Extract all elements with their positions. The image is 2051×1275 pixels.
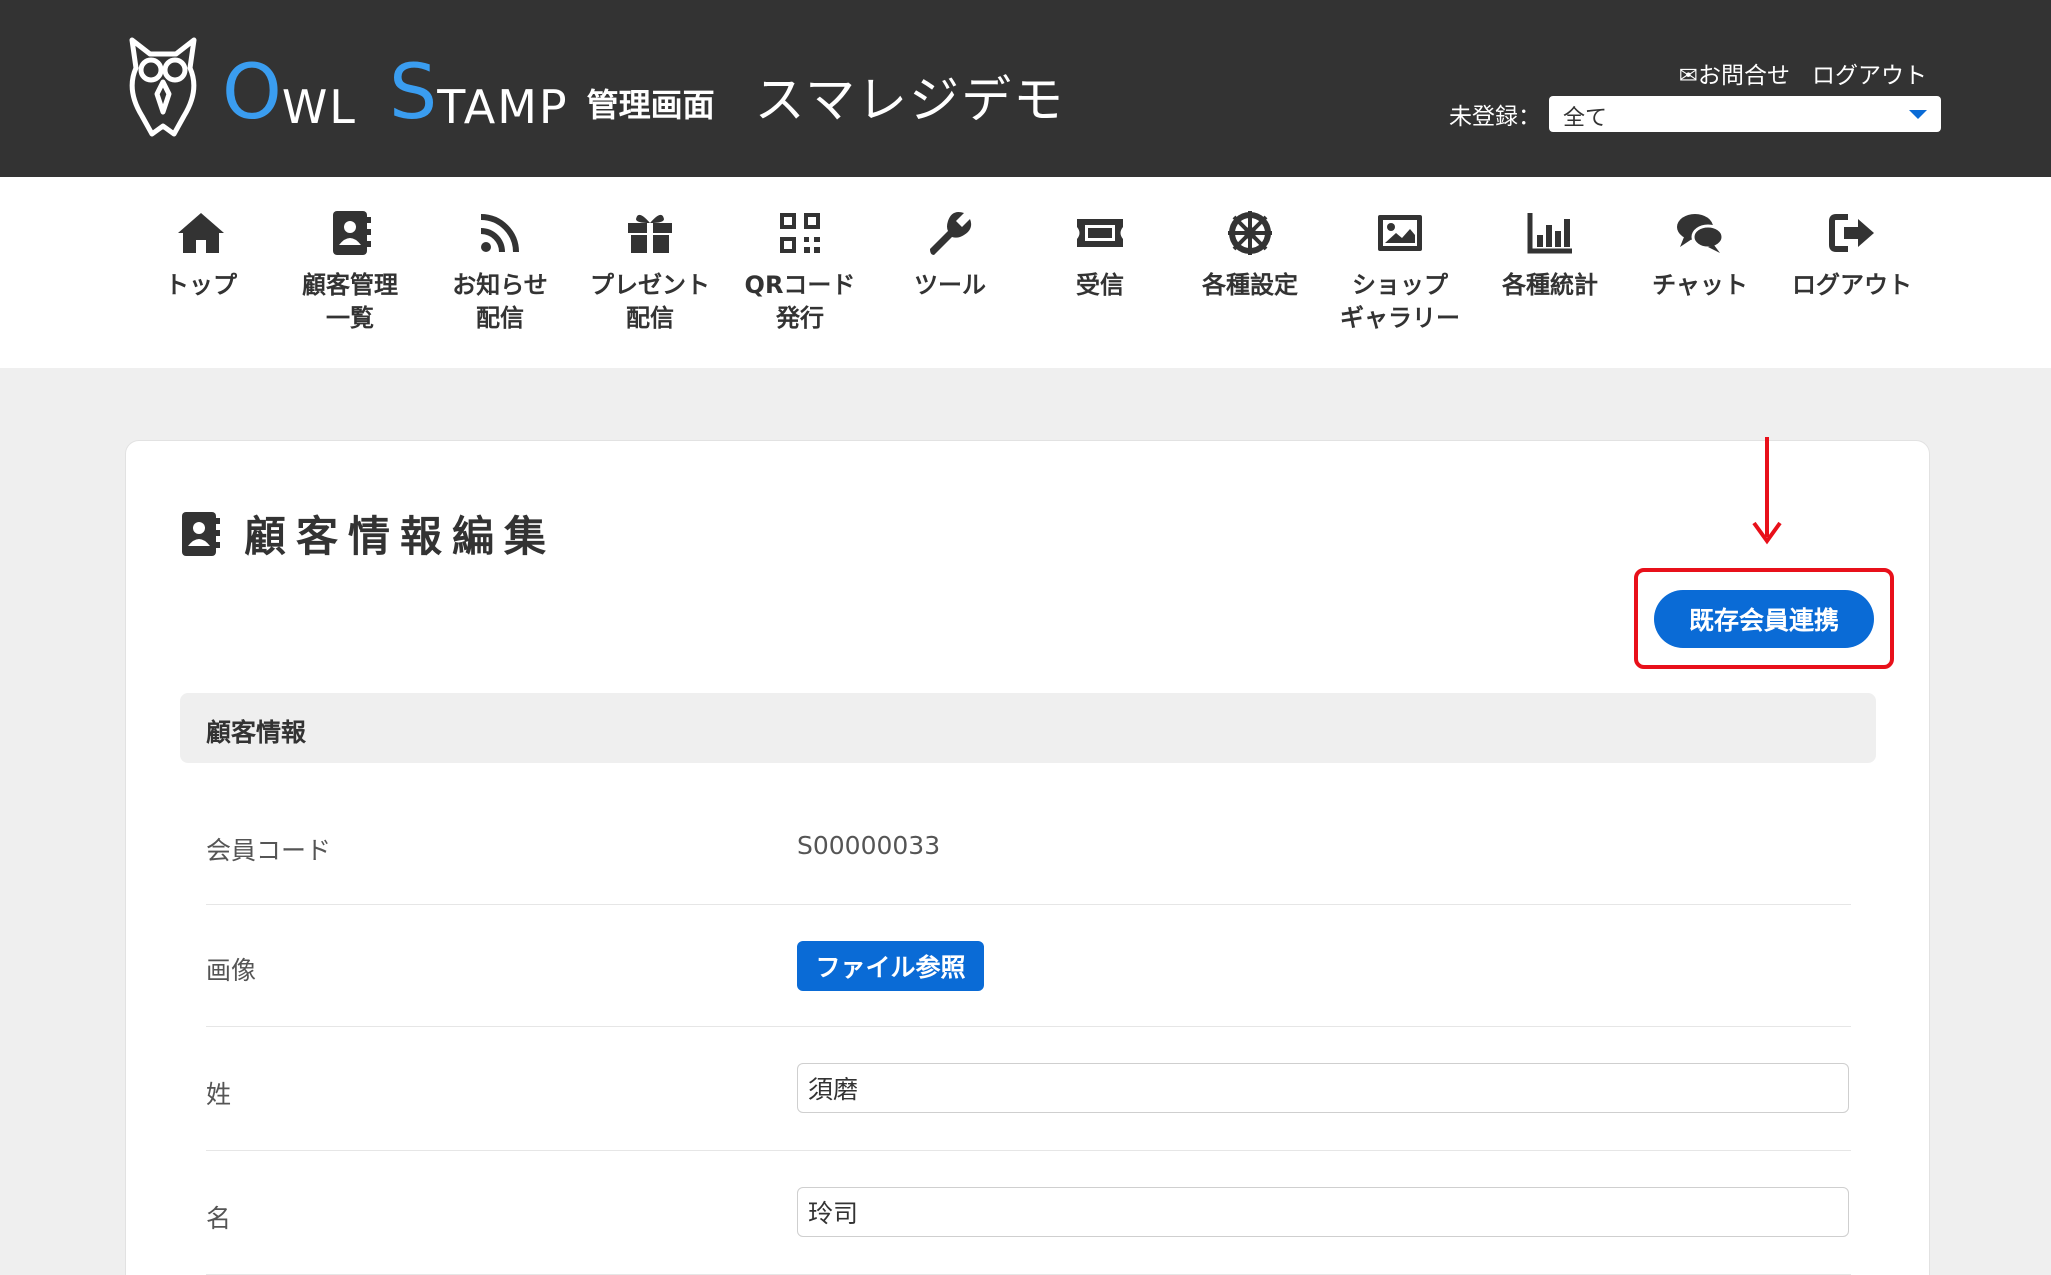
sign-out-icon (1829, 214, 1874, 252)
home-icon (178, 213, 224, 253)
rss-icon (480, 214, 519, 253)
member-code-label: 会員コード (206, 836, 332, 865)
brand-logo: O WL S TAMP 管理画面 スマレジデモ (222, 47, 1066, 136)
brand-o: O (222, 47, 282, 136)
nav-label: チャット (1652, 271, 1748, 299)
nav-label: 各種統計 (1502, 271, 1598, 299)
last-name-label: 姓 (206, 1080, 232, 1109)
unregistered-label: 未登録： (1449, 104, 1541, 130)
image-icon (1378, 215, 1422, 251)
row-member-code: 会員コード S00000033 (206, 801, 1851, 905)
nav-item-present[interactable]: プレゼント 配信 (580, 207, 720, 335)
header-links: ✉お問合せ ログアウト (1679, 56, 1927, 90)
admin-label: 管理画面 (586, 86, 715, 124)
main-nav: トップ 顧客管理 一覧 お知らせ 配信 プレゼント 配信 QRコード 発行 ツー… (0, 177, 2051, 368)
gift-icon (628, 214, 672, 253)
nav-label: ショップ (1352, 271, 1448, 299)
nav-item-logout[interactable]: ログアウト (1782, 207, 1922, 302)
owl-logo-icon (129, 37, 197, 137)
app-header: O WL S TAMP 管理画面 スマレジデモ ✉お問合せ ログアウト 未登録：… (0, 0, 2051, 177)
qrcode-icon (780, 213, 820, 253)
nav-item-customers[interactable]: 顧客管理 一覧 (280, 207, 420, 335)
gear-icon (1228, 211, 1272, 255)
ticket-icon (1077, 219, 1123, 247)
nav-label: ログアウト (1792, 271, 1912, 299)
nav-label-2: 発行 (776, 304, 824, 332)
nav-label-2: 配信 (626, 304, 674, 332)
address-book-icon (333, 211, 371, 255)
row-image: 画像 ファイル参照 (206, 905, 1851, 1027)
nav-item-qrcode[interactable]: QRコード 発行 (730, 207, 870, 335)
nav-label-2: ギャラリー (1340, 304, 1460, 332)
nav-item-top[interactable]: トップ (131, 207, 271, 302)
brand-s: S (388, 47, 438, 136)
row-last-name: 姓 (206, 1027, 1851, 1151)
customer-edit-card: 顧客情報編集 顧客情報 会員コード S00000033 画像 ファイル参照 姓 … (125, 440, 1930, 1275)
first-name-field[interactable] (797, 1187, 1849, 1237)
nav-label: QRコード (744, 271, 856, 299)
nav-label: プレゼント (590, 271, 710, 299)
contact-link[interactable]: ✉お問合せ (1679, 56, 1790, 90)
nav-label: ツール (914, 271, 986, 299)
existing-member-link-button[interactable]: 既存会員連携 (1654, 590, 1874, 648)
unregistered-filter: 未登録： 全て (1449, 96, 1941, 132)
nav-label: トップ (165, 271, 237, 299)
nav-label-2: 配信 (476, 304, 524, 332)
image-label: 画像 (206, 956, 257, 985)
file-browse-button[interactable]: ファイル参照 (797, 941, 984, 991)
row-first-name: 名 (206, 1151, 1851, 1275)
nav-item-tools[interactable]: ツール (880, 207, 1020, 302)
nav-label-2: 一覧 (326, 304, 374, 332)
annotation-arrow-icon (1752, 437, 1782, 545)
wrench-icon (930, 212, 972, 255)
nav-item-chat[interactable]: チャット (1630, 207, 1770, 302)
brand-wl: WL (281, 80, 357, 134)
nav-label: お知らせ (452, 271, 548, 299)
nav-item-receive[interactable]: 受信 (1030, 207, 1170, 302)
header-logout-link[interactable]: ログアウト (1812, 56, 1927, 90)
chat-icon (1677, 214, 1725, 253)
address-book-icon (182, 511, 220, 556)
page-title: 顧客情報編集 (180, 503, 556, 564)
section-customer-info: 顧客情報 (180, 693, 1876, 763)
shop-name: スマレジデモ (754, 71, 1066, 129)
nav-item-gallery[interactable]: ショップ ギャラリー (1330, 207, 1470, 335)
nav-label: 顧客管理 (302, 271, 398, 299)
nav-item-stats[interactable]: 各種統計 (1480, 207, 1620, 302)
first-name-label: 名 (206, 1204, 232, 1233)
page-title-text: 顧客情報編集 (244, 512, 557, 561)
member-code-value: S00000033 (797, 831, 941, 860)
nav-item-news[interactable]: お知らせ 配信 (430, 207, 570, 335)
brand-tamp: TAMP (437, 80, 569, 134)
nav-label: 受信 (1076, 271, 1124, 299)
nav-item-settings[interactable]: 各種設定 (1180, 207, 1320, 302)
unregistered-select-value: 全て (1563, 106, 1608, 131)
unregistered-select[interactable]: 全て (1549, 96, 1941, 132)
bar-chart-icon (1527, 213, 1572, 254)
nav-label: 各種設定 (1202, 271, 1298, 299)
chevron-down-icon (1909, 110, 1927, 119)
last-name-field[interactable] (797, 1063, 1849, 1113)
